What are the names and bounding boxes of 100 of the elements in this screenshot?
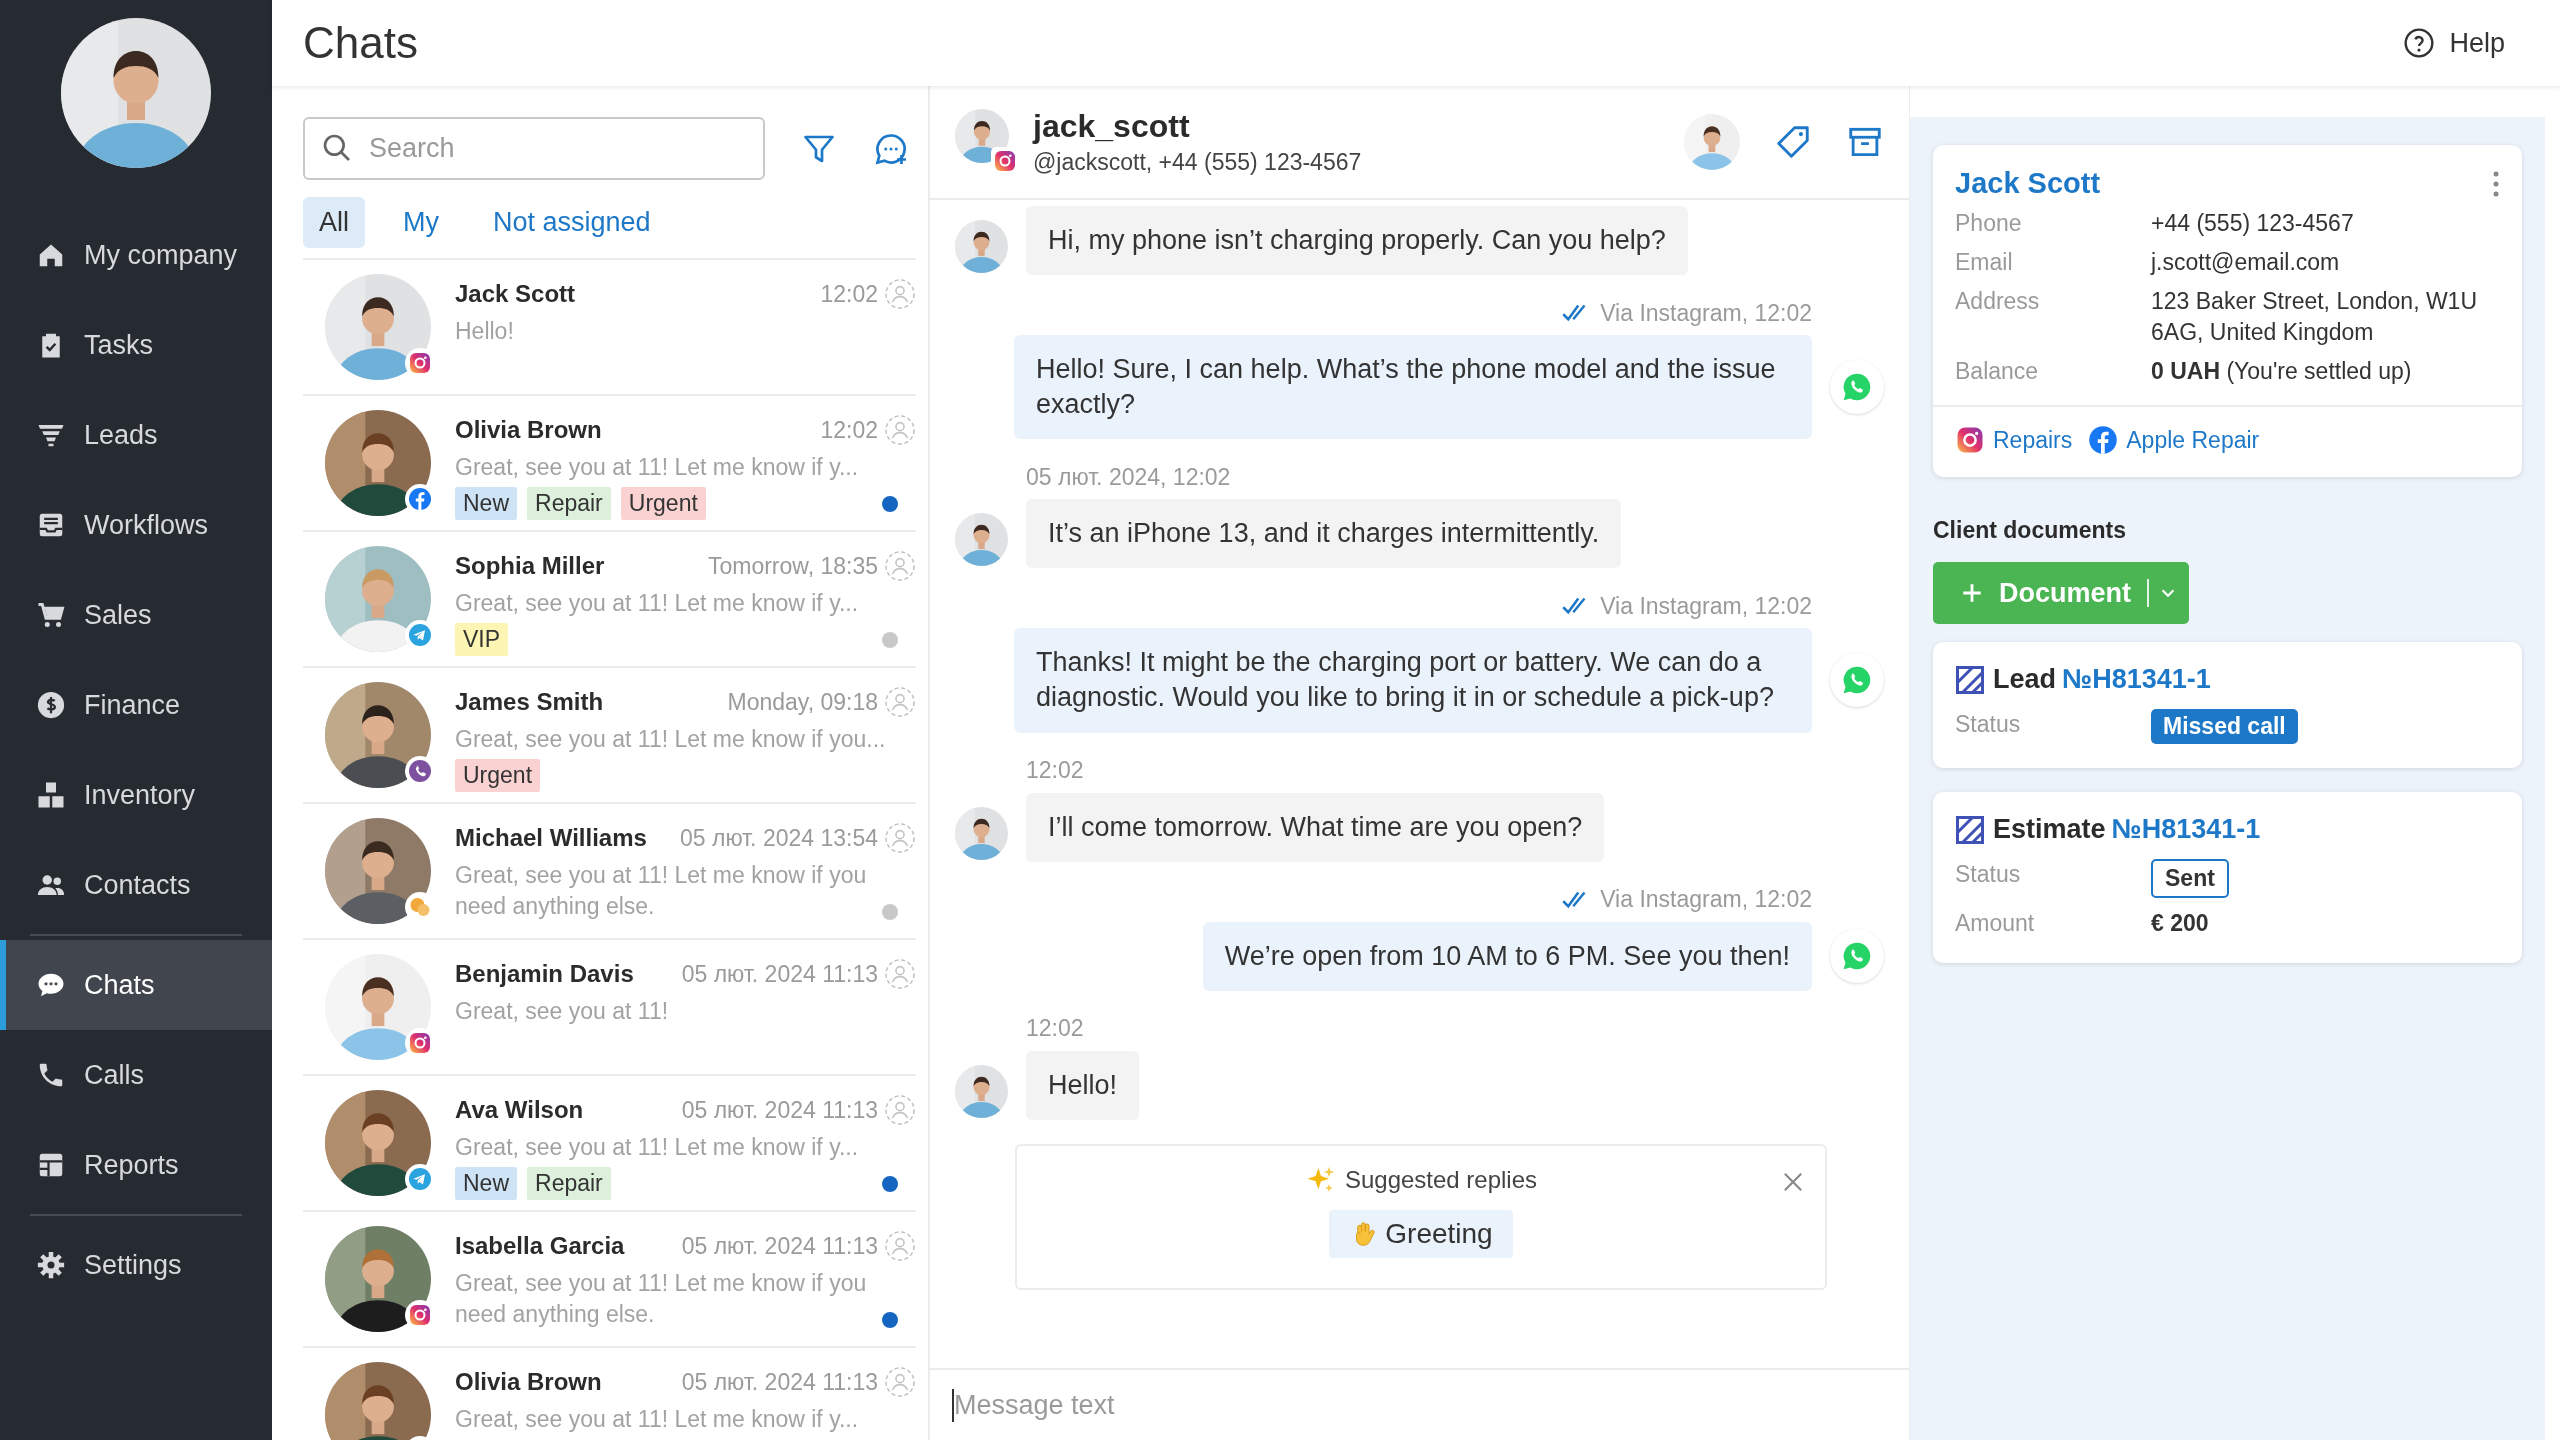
contact-name: Olivia Brown xyxy=(455,1368,603,1396)
dollar-coin-icon xyxy=(36,690,66,720)
message-bubble: Thanks! It might be the charging port or battery. We can do a diagnostic. Would you like to bring it in or schedule a pick-up? xyxy=(1014,628,1812,733)
person-icon[interactable] xyxy=(884,1366,916,1398)
person-icon[interactable] xyxy=(884,414,916,446)
tab[interactable]: My xyxy=(387,197,455,248)
tag: Repair xyxy=(527,1167,611,1201)
document-type: Lead xyxy=(1993,664,2057,696)
field-value: 0 UAH (You're settled up) xyxy=(2151,357,2413,387)
message-input[interactable]: Message text xyxy=(952,1388,1887,1422)
contact-name: Sophia Miller xyxy=(455,552,606,580)
contact-handle: @jackscott, +44 (555) 123-4567 xyxy=(1033,149,1363,176)
chat-list-item[interactable]: Sophia Miller Tomorrow, 18:35 Great, see you at 11! Let me know if y... VIP xyxy=(303,532,916,668)
contact-name: Jack Scott xyxy=(455,280,577,308)
field-value: +44 (555) 123-4567 xyxy=(2151,209,2355,238)
nav-item[interactable]: Reports xyxy=(0,1120,272,1210)
contact-name: Ava Wilson xyxy=(455,1096,585,1124)
person-icon[interactable] xyxy=(884,278,916,310)
nav-item[interactable]: Contacts xyxy=(0,840,272,930)
message-meta: Via Instagram, 12:02 xyxy=(1600,299,1812,327)
person-icon[interactable] xyxy=(884,1094,916,1126)
nav-item[interactable]: Workflows xyxy=(0,480,272,570)
instagram-icon xyxy=(1955,425,1985,456)
contact-name: James Smith xyxy=(455,688,605,716)
chat-list-item[interactable]: James Smith Monday, 09:18 Great, see you at 11! Let me know if you... Urgent xyxy=(303,668,916,804)
message-preview: Great, see you at 11! Let me know if y... xyxy=(455,1133,860,1162)
person-icon[interactable] xyxy=(884,822,916,854)
nav-item[interactable]: My company xyxy=(0,210,272,300)
channel-link[interactable]: Apple Repair xyxy=(2088,425,2260,456)
channel-link[interactable]: Repairs xyxy=(1955,425,2073,456)
cart-icon xyxy=(36,600,66,630)
chat-list-item[interactable]: Olivia Brown 12:02 Great, see you at 11! Let me know if y... New Repair Urgent xyxy=(303,396,916,532)
message-meta: 12:02 xyxy=(1026,757,1084,785)
field-label: Status xyxy=(1955,710,2022,740)
message-bubble: Hello! Sure, I can help. What’s the phone model and the issue exactly? xyxy=(1014,335,1812,440)
help-icon xyxy=(2403,27,2436,59)
suggestions-title: Suggested replies xyxy=(1344,1165,1538,1194)
nav-item[interactable]: Calls xyxy=(0,1030,272,1120)
chat-list-item[interactable]: Olivia Brown 05 лют. 2024 11:13 Great, see you at 11! Let me know if y... xyxy=(303,1348,916,1440)
field-label: Balance xyxy=(1955,357,2040,387)
nav-item[interactable]: Leads xyxy=(0,390,272,480)
chat-list-item[interactable]: Isabella Garcia 05 лют. 2024 11:13 Great, see you at 11! Let me know if you need anything else. xyxy=(303,1212,916,1348)
field-value: 123 Baker Street, London, W1U 6AG, United Kingdom xyxy=(2151,287,2479,348)
nav-item[interactable]: Chats xyxy=(0,940,272,1030)
contact-name: Olivia Brown xyxy=(455,416,603,444)
tab[interactable]: All xyxy=(303,197,365,248)
message-preview: Great, see you at 11! Let me know if y... xyxy=(455,589,860,618)
field-label: Amount xyxy=(1955,909,2036,939)
message-meta: 12:02 xyxy=(1026,1015,1084,1043)
dropdown-button[interactable] xyxy=(2147,562,2189,625)
person-icon[interactable] xyxy=(884,958,916,990)
message-preview: Great, see you at 11! Let me know if you need anything else. xyxy=(455,1269,868,1330)
nav-item[interactable]: Inventory xyxy=(0,750,272,840)
nav-item[interactable]: Finance xyxy=(0,660,272,750)
timestamp: 05 лют. 2024 11:13 xyxy=(681,1368,878,1396)
help-link[interactable]: Help xyxy=(2403,27,2505,59)
tag: New xyxy=(455,1167,517,1201)
tab[interactable]: Not assigned xyxy=(477,197,667,248)
field-value: j.scott@email.com xyxy=(2151,248,2341,278)
search-field[interactable]: Search xyxy=(303,117,765,180)
message-meta: Via Instagram, 12:02 xyxy=(1600,592,1812,620)
field-label: Email xyxy=(1955,248,2014,278)
timestamp: Tomorrow, 18:35 xyxy=(707,552,878,580)
tag-icon[interactable] xyxy=(1774,123,1812,161)
tag: VIP xyxy=(455,623,509,657)
timestamp: 12:02 xyxy=(820,280,878,308)
nav-item[interactable]: Settings xyxy=(0,1220,272,1310)
status-badge: Sent xyxy=(2151,859,2229,899)
message-preview: Great, see you at 11! Let me know if you... xyxy=(455,725,887,754)
suggestion-chip[interactable]: Greeting xyxy=(1329,1209,1513,1258)
document-type: Estimate xyxy=(1993,814,2106,846)
contact-name: Michael Williams xyxy=(455,824,648,852)
contact-name-link[interactable]: Jack Scott xyxy=(1955,167,2101,200)
document-link[interactable]: №H81341-1 xyxy=(2111,814,2261,846)
chat-list-item[interactable]: Michael Williams 05 лют. 2024 13:54 Great, see you at 11! Let me know if you need anything else. xyxy=(303,804,916,940)
settings-icon xyxy=(36,1250,66,1280)
message-meta: Via Instagram, 12:02 xyxy=(1600,886,1812,914)
timestamp: Monday, 09:18 xyxy=(727,688,878,716)
timestamp: 05 лют. 2024 11:13 xyxy=(681,1232,878,1260)
field-label: Address xyxy=(1955,287,2041,317)
message-bubble: We’re open from 10 AM to 6 PM. See you then! xyxy=(1202,921,1812,991)
chat-list-item[interactable]: Benjamin Davis 05 лют. 2024 11:13 Great, see you at 11! xyxy=(303,940,916,1076)
person-icon[interactable] xyxy=(884,686,916,718)
boxes-icon xyxy=(36,780,66,810)
striped-square-icon xyxy=(1955,664,1985,695)
chat-list-item[interactable]: Jack Scott 12:02 Hello! xyxy=(303,260,916,396)
facebook-icon xyxy=(2088,425,2119,456)
person-icon[interactable] xyxy=(884,1230,916,1262)
message-bubble: It’s an iPhone 13, and it charges intermittently. xyxy=(1026,499,1622,569)
nav-item[interactable]: Tasks xyxy=(0,300,272,390)
tag: Repair xyxy=(527,487,611,521)
contact-name: Benjamin Davis xyxy=(455,960,635,988)
timestamp: 05 лют. 2024 11:13 xyxy=(681,960,878,988)
tag: Urgent xyxy=(455,759,541,793)
timestamp: 05 лют. 2024 11:13 xyxy=(681,1096,878,1124)
nav-item[interactable]: Sales xyxy=(0,570,272,660)
message-preview: Great, see you at 11! Let me know if y... xyxy=(455,1405,860,1434)
document-link[interactable]: №H81341-1 xyxy=(2062,664,2211,696)
chat-list-item[interactable]: Ava Wilson 05 лют. 2024 11:13 Great, see you at 11! Let me know if y... New Repair xyxy=(303,1076,916,1212)
person-icon[interactable] xyxy=(884,550,916,582)
